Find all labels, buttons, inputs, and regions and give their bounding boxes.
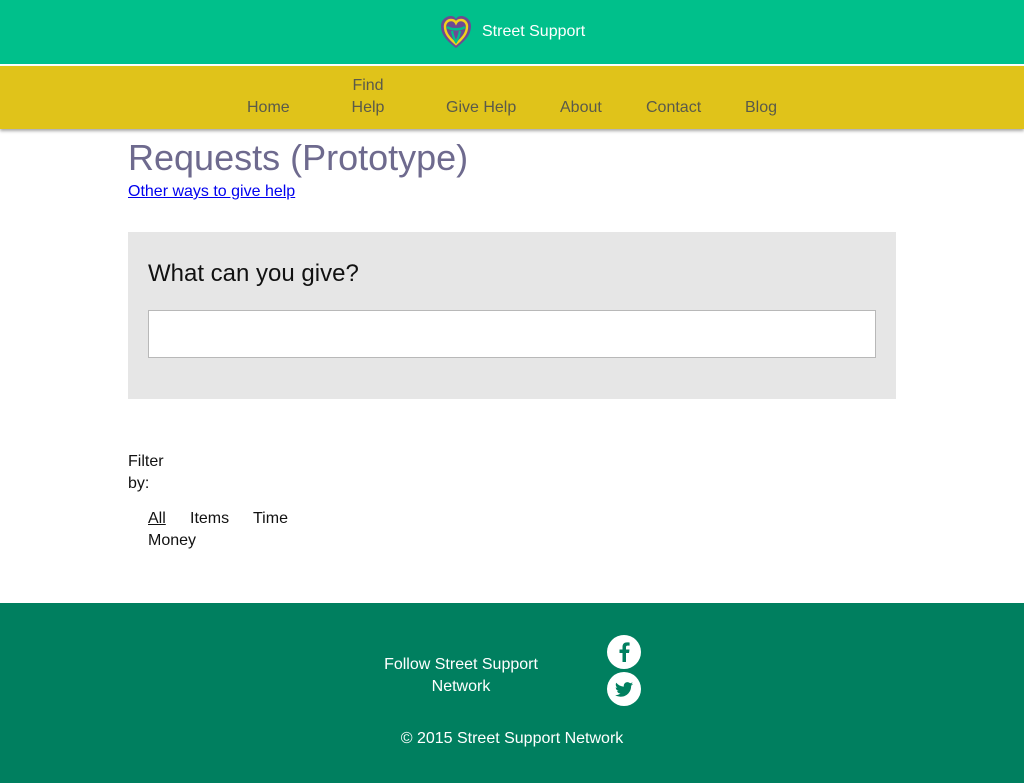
nav-item-find-help[interactable]: Find Help xyxy=(347,75,389,119)
brand-home-link[interactable]: Street Support xyxy=(439,14,585,50)
page-title: Requests (Prototype) xyxy=(128,137,469,178)
filter-items[interactable]: Items xyxy=(190,508,229,530)
twitter-icon xyxy=(615,681,633,697)
site-header: Street Support xyxy=(0,0,1024,64)
nav-item-home[interactable]: Home xyxy=(247,97,290,119)
nav-item-about[interactable]: About xyxy=(560,97,602,119)
other-ways-link[interactable]: Other ways to give help xyxy=(128,183,295,201)
filter-all[interactable]: All xyxy=(148,508,166,530)
follow-text: Follow Street Support Network xyxy=(384,656,538,695)
give-search-panel: What can you give? xyxy=(128,232,896,399)
filter-money[interactable]: Money xyxy=(148,530,196,552)
filter-time[interactable]: Time xyxy=(253,508,288,530)
facebook-link[interactable] xyxy=(607,635,641,669)
give-heading: What can you give? xyxy=(148,260,359,287)
filter-label: Filter by: xyxy=(128,453,164,492)
twitter-link[interactable] xyxy=(607,672,641,706)
nav-item-contact[interactable]: Contact xyxy=(646,97,701,119)
brand-name: Street Support xyxy=(482,23,586,40)
nav-item-give-help[interactable]: Give Help xyxy=(446,97,516,119)
copyright: © 2015 Street Support Network xyxy=(400,730,624,747)
give-search-input[interactable] xyxy=(148,310,876,358)
main-nav: Home Find Help Give Help About Contact B… xyxy=(0,66,1024,129)
nav-item-blog[interactable]: Blog xyxy=(745,97,777,119)
facebook-icon xyxy=(619,642,630,662)
street-support-heart-logo-icon xyxy=(441,16,471,48)
site-footer: Follow Street Support Network © 2015 Str… xyxy=(0,603,1024,783)
